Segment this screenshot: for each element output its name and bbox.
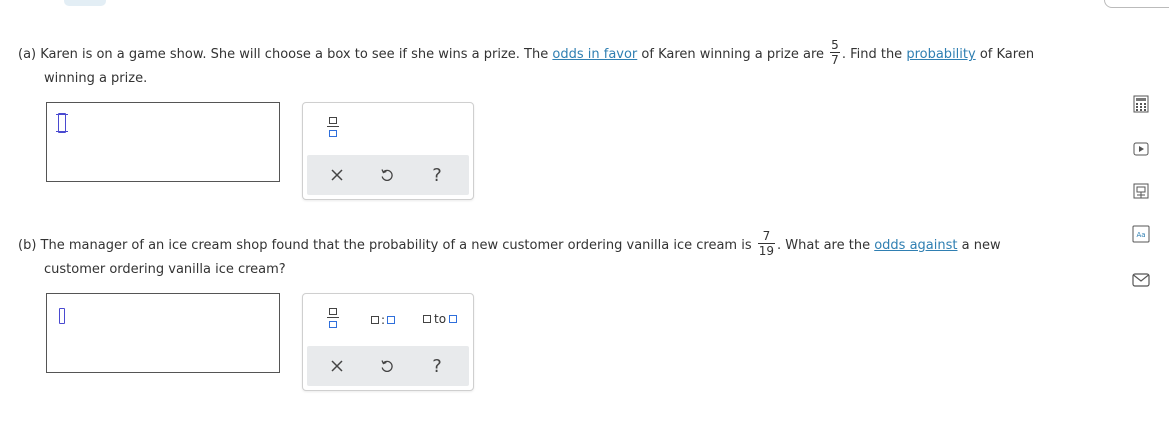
text-cursor-icon (59, 308, 65, 324)
fraction-cursor-icon (56, 113, 68, 133)
math-palette-b: : to ? (302, 293, 474, 391)
probability-link[interactable]: probability (906, 47, 975, 62)
reference-icon[interactable] (1131, 182, 1151, 200)
answer-input-b[interactable] (46, 293, 280, 373)
odds-against-link[interactable]: odds against (874, 238, 957, 253)
fraction-template-icon[interactable] (327, 308, 339, 328)
palette-toolbar-b: ? (307, 346, 469, 386)
fraction-5-7: 57 (830, 38, 840, 67)
fraction-template-icon[interactable] (327, 117, 339, 137)
undo-button[interactable] (367, 155, 407, 195)
calculator-icon[interactable] (1131, 95, 1151, 113)
question-b-line1: (b) The manager of an ice cream shop fou… (18, 229, 1001, 258)
undo-button[interactable] (367, 346, 407, 386)
math-palette-a: ? (302, 102, 474, 200)
ratio-template-button[interactable]: : (371, 313, 396, 327)
video-icon[interactable] (1131, 140, 1151, 158)
glossary-icon[interactable]: Aa (1131, 225, 1151, 243)
to-right-icon (449, 315, 458, 323)
to-left-icon (423, 315, 431, 323)
question-a-line2: winning a prize. (44, 71, 148, 86)
question-b-line2: customer ordering vanilla ice cream? (44, 262, 286, 277)
close-icon (331, 169, 343, 181)
question-a-line1: (a) Karen is on a game show. She will ch… (18, 38, 1035, 67)
mail-icon[interactable] (1131, 271, 1151, 289)
undo-icon (381, 360, 393, 372)
top-right-button[interactable] (1104, 0, 1169, 8)
clear-button[interactable] (317, 155, 357, 195)
fraction-7-19: 7 19 (757, 229, 776, 258)
question-b-label: (b) (18, 238, 37, 253)
odds-in-favor-link[interactable]: odds in favor (552, 47, 637, 62)
ratio-right-icon (387, 316, 396, 324)
top-tab[interactable] (64, 0, 106, 6)
palette-toolbar-a: ? (307, 155, 469, 195)
to-template-button[interactable]: to (423, 312, 458, 326)
help-button[interactable]: ? (417, 346, 457, 386)
undo-icon (381, 169, 393, 181)
answer-input-a[interactable] (46, 102, 280, 182)
ratio-left-icon (371, 316, 379, 324)
close-icon (331, 360, 343, 372)
help-button[interactable]: ? (417, 155, 457, 195)
clear-button[interactable] (317, 346, 357, 386)
svg-text:Aa: Aa (1136, 231, 1145, 239)
question-a-label: (a) (18, 47, 37, 62)
